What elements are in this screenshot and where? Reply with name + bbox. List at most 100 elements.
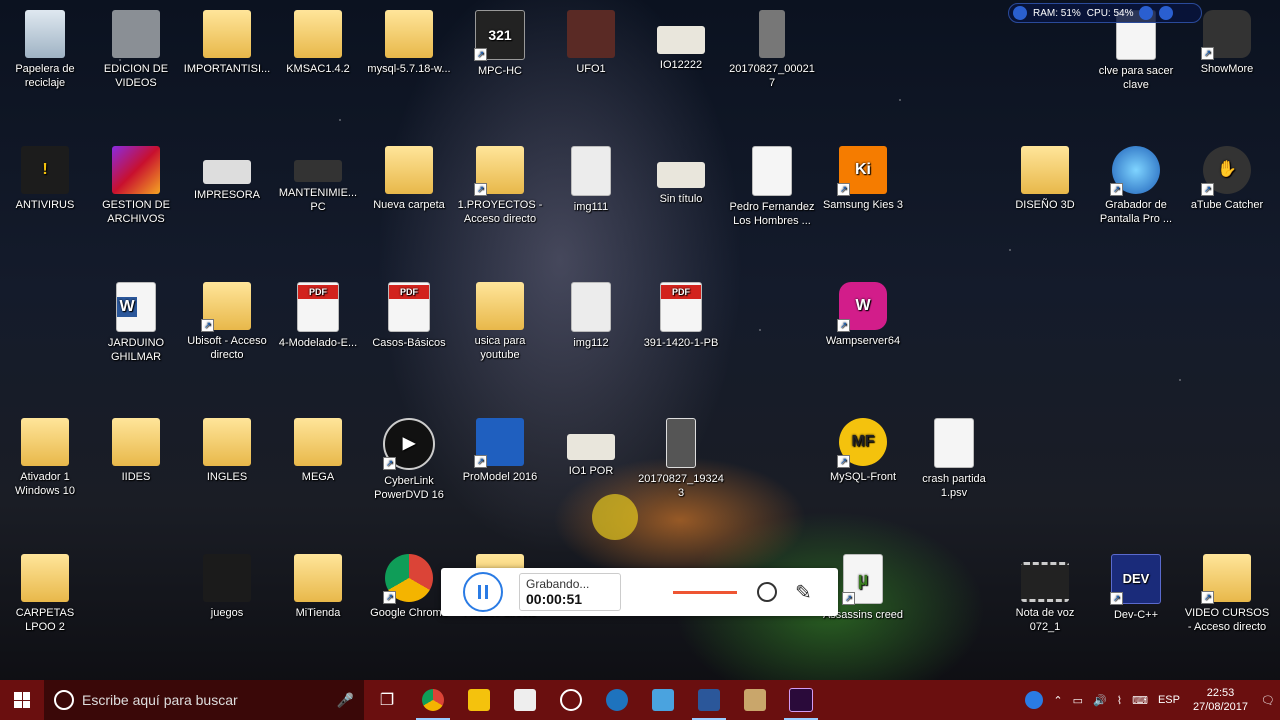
desktop-icon-iides[interactable]: IIDES (91, 412, 181, 484)
folder-icon (294, 418, 342, 466)
antivirus-shield-icon: ! (21, 146, 69, 194)
desktop-icon-mega[interactable]: MEGA (273, 412, 363, 484)
desktop-icon-img111[interactable]: img111 (546, 140, 636, 214)
desktop-icon-io12222[interactable]: IO12222 (636, 4, 726, 72)
system-monitor-widget[interactable]: RAM: 51% CPU: 54% (1008, 3, 1202, 23)
taskbar-file-explorer[interactable] (456, 680, 502, 720)
desktop-icon-impresora[interactable]: IMPRESORA (182, 140, 272, 202)
chip-icon (294, 160, 342, 182)
desktop-icon-juegos[interactable]: juegos (182, 548, 272, 620)
taskbar-xbox[interactable] (548, 680, 594, 720)
desktop-icon-pedro-fernandez[interactable]: Pedro Fernandez Los Hombres ... (727, 140, 817, 228)
desktop-icon-label: mysql-5.7.18-w... (367, 63, 451, 75)
desktop-icon-ufo1[interactable]: UFO1 (546, 4, 636, 76)
task-view-button[interactable]: ❐ (364, 680, 410, 720)
taskbar-paint[interactable] (732, 680, 778, 720)
desktop-icon-powerdvd[interactable]: ▶ CyberLink PowerDVD 16 (364, 412, 454, 502)
desktop-icon-label: MySQL-Front (829, 471, 896, 483)
desktop-icon-ubisoft[interactable]: Ubisoft - Acceso directo (182, 276, 272, 362)
word-document-icon: W (116, 282, 156, 332)
desktop-icon-label: Nota de voz 072_1 (1015, 607, 1075, 633)
desktop-icon-4-modelado[interactable]: 4-Modelado-E... (273, 276, 363, 350)
desktop-icon-nota-voz[interactable]: Nota de voz 072_1 (1000, 548, 1090, 634)
desktop-icon-label: Ativador 1 Windows 10 (15, 471, 75, 497)
pause-button[interactable] (463, 572, 503, 612)
desktop-icon-label: 20170827_000217 (729, 63, 815, 89)
ram-usage: RAM: 51% (1033, 7, 1081, 19)
taskbar-chrome[interactable] (410, 680, 456, 720)
desktop-icon-diseno-3d[interactable]: DISEÑO 3D (1000, 140, 1090, 212)
network-icon[interactable]: ▭ (1073, 694, 1083, 707)
help-icon[interactable] (1025, 691, 1044, 709)
desktop-icon-kmsac[interactable]: KMSAC1.4.2 (273, 4, 363, 76)
desktop-icon-mpc-hc[interactable]: 321 MPC-HC (455, 4, 545, 78)
desktop-icon-importantisi[interactable]: IMPORTANTISI... (182, 4, 272, 76)
desktop-icon-samsung-kies[interactable]: Ki Samsung Kies 3 (818, 140, 908, 212)
taskbar-word[interactable] (686, 680, 732, 720)
taskbar-premiere[interactable] (778, 680, 824, 720)
desktop-icon-label: IMPRESORA (193, 189, 260, 201)
notifications-icon[interactable]: 🗨 (1261, 694, 1275, 707)
desktop-icon-ingles[interactable]: INGLES (182, 412, 272, 484)
volume-icon[interactable]: 🔊 (1093, 694, 1107, 707)
chevron-up-icon[interactable]: ⌃ (1053, 694, 1062, 707)
desktop-icon-sin-titulo[interactable]: Sin título (636, 140, 726, 206)
screen-recorder-toolbar[interactable]: Grabando... 00:00:51 ✎ (441, 568, 838, 616)
webcam-icon[interactable] (757, 582, 777, 602)
desktop-icon-jarduino[interactable]: W JARDUINO GHILMAR (91, 276, 181, 364)
desktop-icon-usica-youtube[interactable]: usica para youtube (455, 276, 545, 362)
desktop-icon-ativador[interactable]: Ativador 1 Windows 10 (0, 412, 90, 498)
desktop-icon-edicion-videos[interactable]: EDICION DE VIDEOS (91, 4, 181, 90)
settings-icon[interactable] (1139, 6, 1154, 20)
search-box[interactable]: Escribe aquí para buscar 🎤 (44, 680, 364, 720)
desktop-icon-20170827-193243[interactable]: 20170827_193243 (636, 412, 726, 500)
taskbar-app[interactable] (640, 680, 686, 720)
desktop-icon-nueva-carpeta[interactable]: Nueva carpeta (364, 140, 454, 212)
desktop-icon-carpetas-lpoo[interactable]: CARPETAS LPOO 2 (0, 548, 90, 634)
desktop-icon-io1-por[interactable]: IO1 POR (546, 412, 636, 478)
taskbar-browser[interactable] (594, 680, 640, 720)
wifi-icon[interactable]: ⌇ (1117, 694, 1122, 707)
clock[interactable]: 22:53 27/08/2017 (1193, 686, 1248, 714)
keyboard-icon[interactable]: ⌨ (1132, 694, 1148, 707)
pen-icon[interactable]: ✎ (795, 580, 812, 605)
desktop-icon-atube[interactable]: ✋ aTube Catcher (1182, 140, 1272, 212)
desktop-icon-label: MANTENIMIE... PC (278, 187, 358, 213)
folder-icon (112, 418, 160, 466)
recording-time: 00:00:51 (526, 591, 583, 607)
desktop-icon-391[interactable]: 391-1420-1-PB (636, 276, 726, 350)
desktop-icon-img112[interactable]: img112 (546, 276, 636, 350)
language-indicator[interactable]: ESP (1158, 694, 1180, 706)
desktop-icon-20170827-000217[interactable]: 20170827_000217 (727, 4, 817, 90)
document-icon (934, 418, 974, 468)
desktop-icon-mysql-front[interactable]: MF MySQL-Front (818, 412, 908, 484)
desktop-icon-mitienda[interactable]: MiTienda (273, 548, 363, 620)
desktop-icon-dev-cpp[interactable]: DEV Dev-C++ (1091, 548, 1181, 622)
plus-icon[interactable] (1159, 6, 1174, 20)
desktop-icon-proyectos[interactable]: 1.PROYECTOS - Acceso directo (455, 140, 545, 226)
desktop-icon-grabador[interactable]: Grabador de Pantalla Pro ... (1091, 140, 1181, 226)
desktop-icon-gestion-archivos[interactable]: GESTION DE ARCHIVOS (91, 140, 181, 226)
desktop-icon-recycle-bin[interactable]: Papelera de reciclaje (0, 4, 90, 90)
xbox-icon (560, 689, 582, 711)
folder-icon (294, 554, 342, 602)
desktop-icon-video-cursos[interactable]: VIDEO CURSOS - Acceso directo (1182, 548, 1272, 634)
taskbar-store[interactable] (502, 680, 548, 720)
search-placeholder: Escribe aquí para buscar (82, 692, 238, 708)
samsung-kies-icon: Ki (837, 146, 887, 196)
desktop-icon-mysql[interactable]: mysql-5.7.18-w... (364, 4, 454, 76)
user-icon (1013, 6, 1027, 20)
desktop-icon-label: juegos (210, 607, 244, 619)
desktop-icon-casos-basicos[interactable]: Casos-Básicos (364, 276, 454, 350)
atube-catcher-icon: ✋ (1201, 146, 1251, 196)
desktop-icon-antivirus[interactable]: ! ANTIVIRUS (0, 140, 90, 212)
desktop-icon-mantenimiento[interactable]: MANTENIMIE... PC (273, 140, 363, 214)
image-icon (567, 10, 615, 58)
start-button[interactable] (0, 680, 44, 720)
microphone-icon[interactable]: 🎤 (337, 692, 354, 709)
desktop-icon-crash-partida[interactable]: crash partida 1.psv (909, 412, 999, 500)
image-icon (657, 26, 705, 54)
store-icon (514, 689, 536, 711)
desktop-icon-wampserver[interactable]: W Wampserver64 (818, 276, 908, 348)
desktop-icon-promodel[interactable]: ProModel 2016 (455, 412, 545, 484)
